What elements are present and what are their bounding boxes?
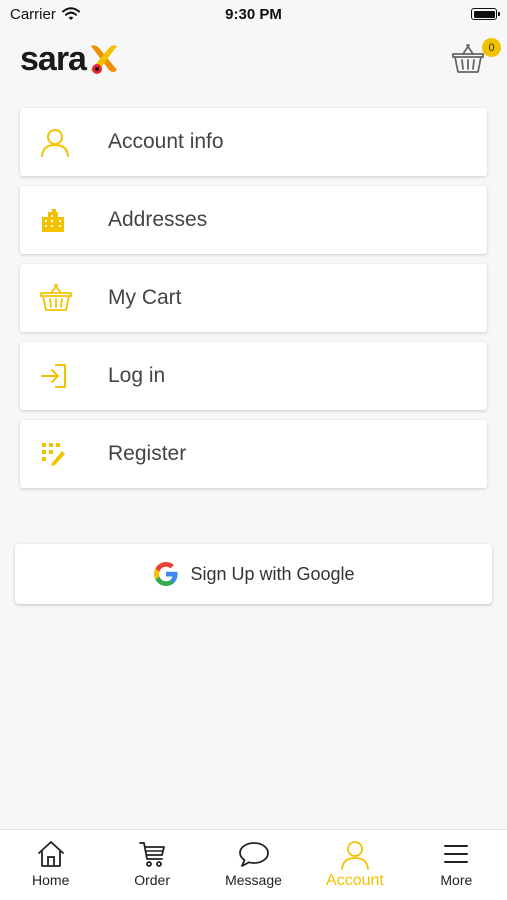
cart-icon xyxy=(139,842,166,867)
app-header: sara 0 xyxy=(0,36,507,86)
google-signup-button[interactable]: Sign Up with Google xyxy=(15,544,492,604)
menu-item-label: Log in xyxy=(108,364,166,387)
menu-icon-wrap xyxy=(20,207,108,233)
message-icon xyxy=(238,842,269,867)
menu-item-label: Register xyxy=(108,442,187,465)
menu-item-register[interactable]: Register xyxy=(20,420,487,488)
account-menu: Account info Addresses My Cart Log in Re… xyxy=(20,108,487,498)
tab-message[interactable]: Message xyxy=(203,830,304,900)
wifi-icon xyxy=(61,7,80,20)
logo-x-mark xyxy=(90,45,117,74)
register-icon xyxy=(42,443,65,466)
menu-item-log-in[interactable]: Log in xyxy=(20,342,487,410)
tab-bar: Home Order Message Account More xyxy=(0,829,507,900)
menu-item-account-info[interactable]: Account info xyxy=(20,108,487,176)
menu-icon-wrap xyxy=(20,363,108,389)
google-icon xyxy=(154,562,178,586)
status-left: Carrier xyxy=(10,6,80,23)
tab-label: Message xyxy=(225,872,282,888)
menu-icon xyxy=(444,845,469,863)
logo-text: sara xyxy=(20,40,87,78)
tab-home[interactable]: Home xyxy=(0,830,101,900)
menu-icon-wrap xyxy=(20,441,108,467)
basket-icon xyxy=(40,284,72,311)
menu-item-label: My Cart xyxy=(108,286,182,309)
tab-more[interactable]: More xyxy=(406,830,507,900)
tab-order[interactable]: Order xyxy=(101,830,202,900)
menu-icon-wrap xyxy=(20,283,108,313)
login-icon xyxy=(41,364,66,388)
tab-account[interactable]: Account xyxy=(304,830,405,900)
user-icon xyxy=(341,841,369,870)
tab-label: Order xyxy=(134,872,170,888)
user-icon xyxy=(41,129,69,157)
menu-item-label: Addresses xyxy=(108,208,208,231)
menu-item-my-cart[interactable]: My Cart xyxy=(20,264,487,332)
tab-label: Home xyxy=(32,872,70,888)
tab-label: More xyxy=(440,872,473,888)
google-signup-label: Sign Up with Google xyxy=(190,563,355,584)
menu-item-label: Account info xyxy=(108,130,224,153)
tab-label: Account xyxy=(326,872,384,889)
basket-icon xyxy=(452,44,484,73)
menu-icon-wrap xyxy=(20,127,108,157)
menu-item-addresses[interactable]: Addresses xyxy=(20,186,487,254)
cart-count-badge: 0 xyxy=(482,38,501,57)
status-bar: Carrier 9:30 PM xyxy=(0,0,507,28)
battery-icon xyxy=(471,8,500,20)
header-cart-button[interactable]: 0 xyxy=(451,38,501,76)
building-icon xyxy=(42,209,64,232)
carrier-label: Carrier xyxy=(10,5,56,23)
home-icon xyxy=(37,841,64,867)
sarax-logo[interactable]: sara xyxy=(20,42,121,76)
